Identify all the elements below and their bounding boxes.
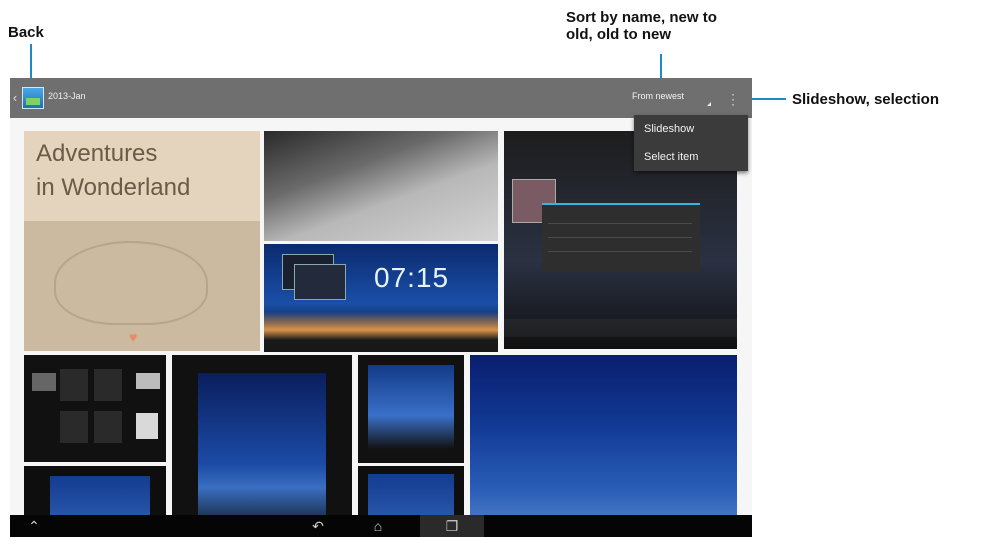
overflow-menu-icon[interactable]: · · · <box>730 88 736 110</box>
callout-back: Back <box>8 24 44 41</box>
callout-menu-line <box>746 98 786 100</box>
recents-icon[interactable]: ❐ <box>440 518 464 534</box>
heart-icon: ♥ <box>129 329 138 345</box>
photo-phone-screenshot[interactable] <box>172 355 352 537</box>
sort-dropdown[interactable]: From newest <box>632 91 684 101</box>
action-bar: ‹ 2013-Jan From newest · · · <box>10 78 752 118</box>
callout-menu: Slideshow, selection <box>792 91 939 108</box>
home-icon[interactable]: ⌂ <box>366 518 390 534</box>
tablet-screen: ‹ 2013-Jan From newest · · · Slideshow Sel… <box>10 78 752 537</box>
photo-gray[interactable] <box>264 131 498 241</box>
back-arrow-icon[interactable]: ↶ <box>306 518 330 534</box>
dialog-preview <box>542 203 700 271</box>
book-title: Adventures in Wonderland <box>36 140 191 201</box>
clock-time: 07:15 <box>374 262 450 293</box>
photo-settings-screenshot[interactable] <box>24 355 166 462</box>
overflow-menu: Slideshow Select item <box>634 115 748 171</box>
photo-book-cover[interactable]: Adventures in Wonderland ♥ <box>24 131 260 351</box>
system-nav-bar: ⌃ ↶ ⌂ ❐ <box>10 515 752 537</box>
dropdown-caret-icon <box>707 102 711 106</box>
menu-item-select[interactable]: Select item <box>644 151 698 163</box>
callout-sort-line1: Sort by name, new to <box>566 9 717 26</box>
photo-small-screenshot[interactable] <box>358 355 464 463</box>
cat-drawing <box>54 241 208 325</box>
hide-icon[interactable]: ⌃ <box>22 518 46 534</box>
menu-item-slideshow[interactable]: Slideshow <box>644 123 694 135</box>
photo-night-sky[interactable] <box>470 355 737 537</box>
photo-lockscreen[interactable]: 07:15 <box>264 244 498 352</box>
album-title: 2013-Jan <box>48 91 86 101</box>
callout-sort-line2: old, old to new <box>566 26 671 43</box>
chevron-left-icon[interactable]: ‹ <box>10 90 20 106</box>
gallery-icon[interactable] <box>22 87 44 109</box>
